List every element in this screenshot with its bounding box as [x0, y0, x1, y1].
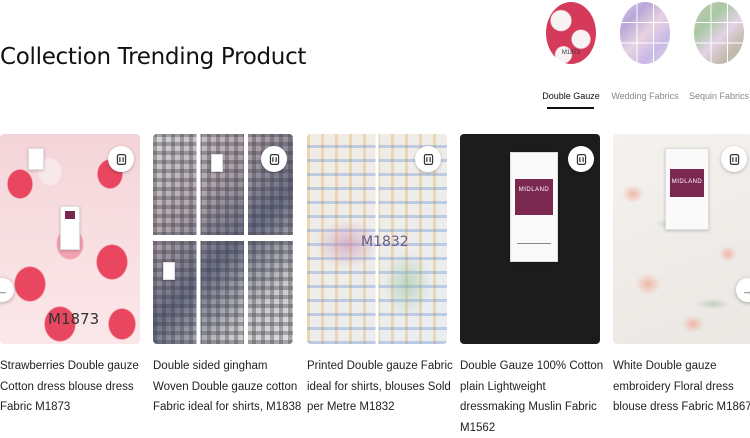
fabric-tag — [60, 206, 80, 250]
product-image[interactable] — [153, 134, 293, 344]
product-card[interactable]: M1873 Strawberries Double gauze Cotton d… — [0, 134, 140, 418]
product-title[interactable]: Strawberries Double gauze Cotton dress b… — [0, 356, 150, 418]
product-title[interactable]: Double Gauze 100% Cotton plain Lightweig… — [460, 356, 610, 438]
product-image[interactable]: M1873 — [0, 134, 140, 344]
fabric-tag — [163, 262, 175, 280]
compare-icon — [575, 153, 588, 166]
category-tab-double-gauze[interactable]: M1873 Double Gauze — [536, 0, 606, 64]
fabric-tag — [28, 148, 44, 170]
fabric-tag — [211, 154, 223, 172]
product-card[interactable]: MIDLAND White Double gauze embroidery Fl… — [613, 134, 750, 418]
compare-button[interactable] — [568, 146, 594, 172]
product-card[interactable]: Double sided gingham Woven Double gauze … — [153, 134, 293, 418]
product-image[interactable]: MIDLAND — [613, 134, 750, 344]
arrow-right-icon: → — [742, 283, 750, 298]
compare-button[interactable] — [108, 146, 134, 172]
product-card[interactable]: MIDLAND Double Gauze 100% Cotton plain L… — [460, 134, 600, 438]
compare-icon — [422, 153, 435, 166]
category-tab-wedding-fabrics[interactable]: Wedding Fabrics — [610, 0, 680, 64]
product-title[interactable]: Printed Double gauze Fabric ideal for sh… — [307, 356, 457, 418]
product-code-overlay: M1873 — [48, 310, 99, 328]
arrow-left-icon: ← — [0, 283, 9, 298]
compare-icon — [728, 153, 741, 166]
compare-button[interactable] — [415, 146, 441, 172]
fabric-tag: MIDLAND — [510, 152, 558, 262]
category-thumbnail — [694, 2, 744, 64]
category-thumbnail — [620, 2, 670, 64]
compare-button[interactable] — [721, 146, 747, 172]
category-tab-sequin-fabrics[interactable]: Sequin Fabrics — [684, 0, 750, 64]
active-tab-underline — [547, 107, 594, 109]
category-label: Sequin Fabrics — [664, 91, 750, 101]
compare-icon — [115, 153, 128, 166]
section-title: Collection Trending Product — [0, 44, 306, 70]
fabric-tag: MIDLAND — [665, 148, 709, 230]
brand-logo: MIDLAND — [670, 169, 704, 197]
category-thumbnail: M1873 — [546, 2, 596, 64]
product-image[interactable]: M1832 — [307, 134, 447, 344]
product-title[interactable]: White Double gauze embroidery Floral dre… — [613, 356, 750, 418]
compare-button[interactable] — [261, 146, 287, 172]
product-title[interactable]: Double sided gingham Woven Double gauze … — [153, 356, 303, 418]
brand-logo: MIDLAND — [515, 179, 553, 215]
product-code-overlay: M1832 — [361, 234, 409, 250]
product-image[interactable]: MIDLAND — [460, 134, 600, 344]
category-thumb-code: M1873 — [546, 50, 596, 56]
compare-icon — [268, 153, 281, 166]
product-card[interactable]: M1832 Printed Double gauze Fabric ideal … — [307, 134, 447, 418]
